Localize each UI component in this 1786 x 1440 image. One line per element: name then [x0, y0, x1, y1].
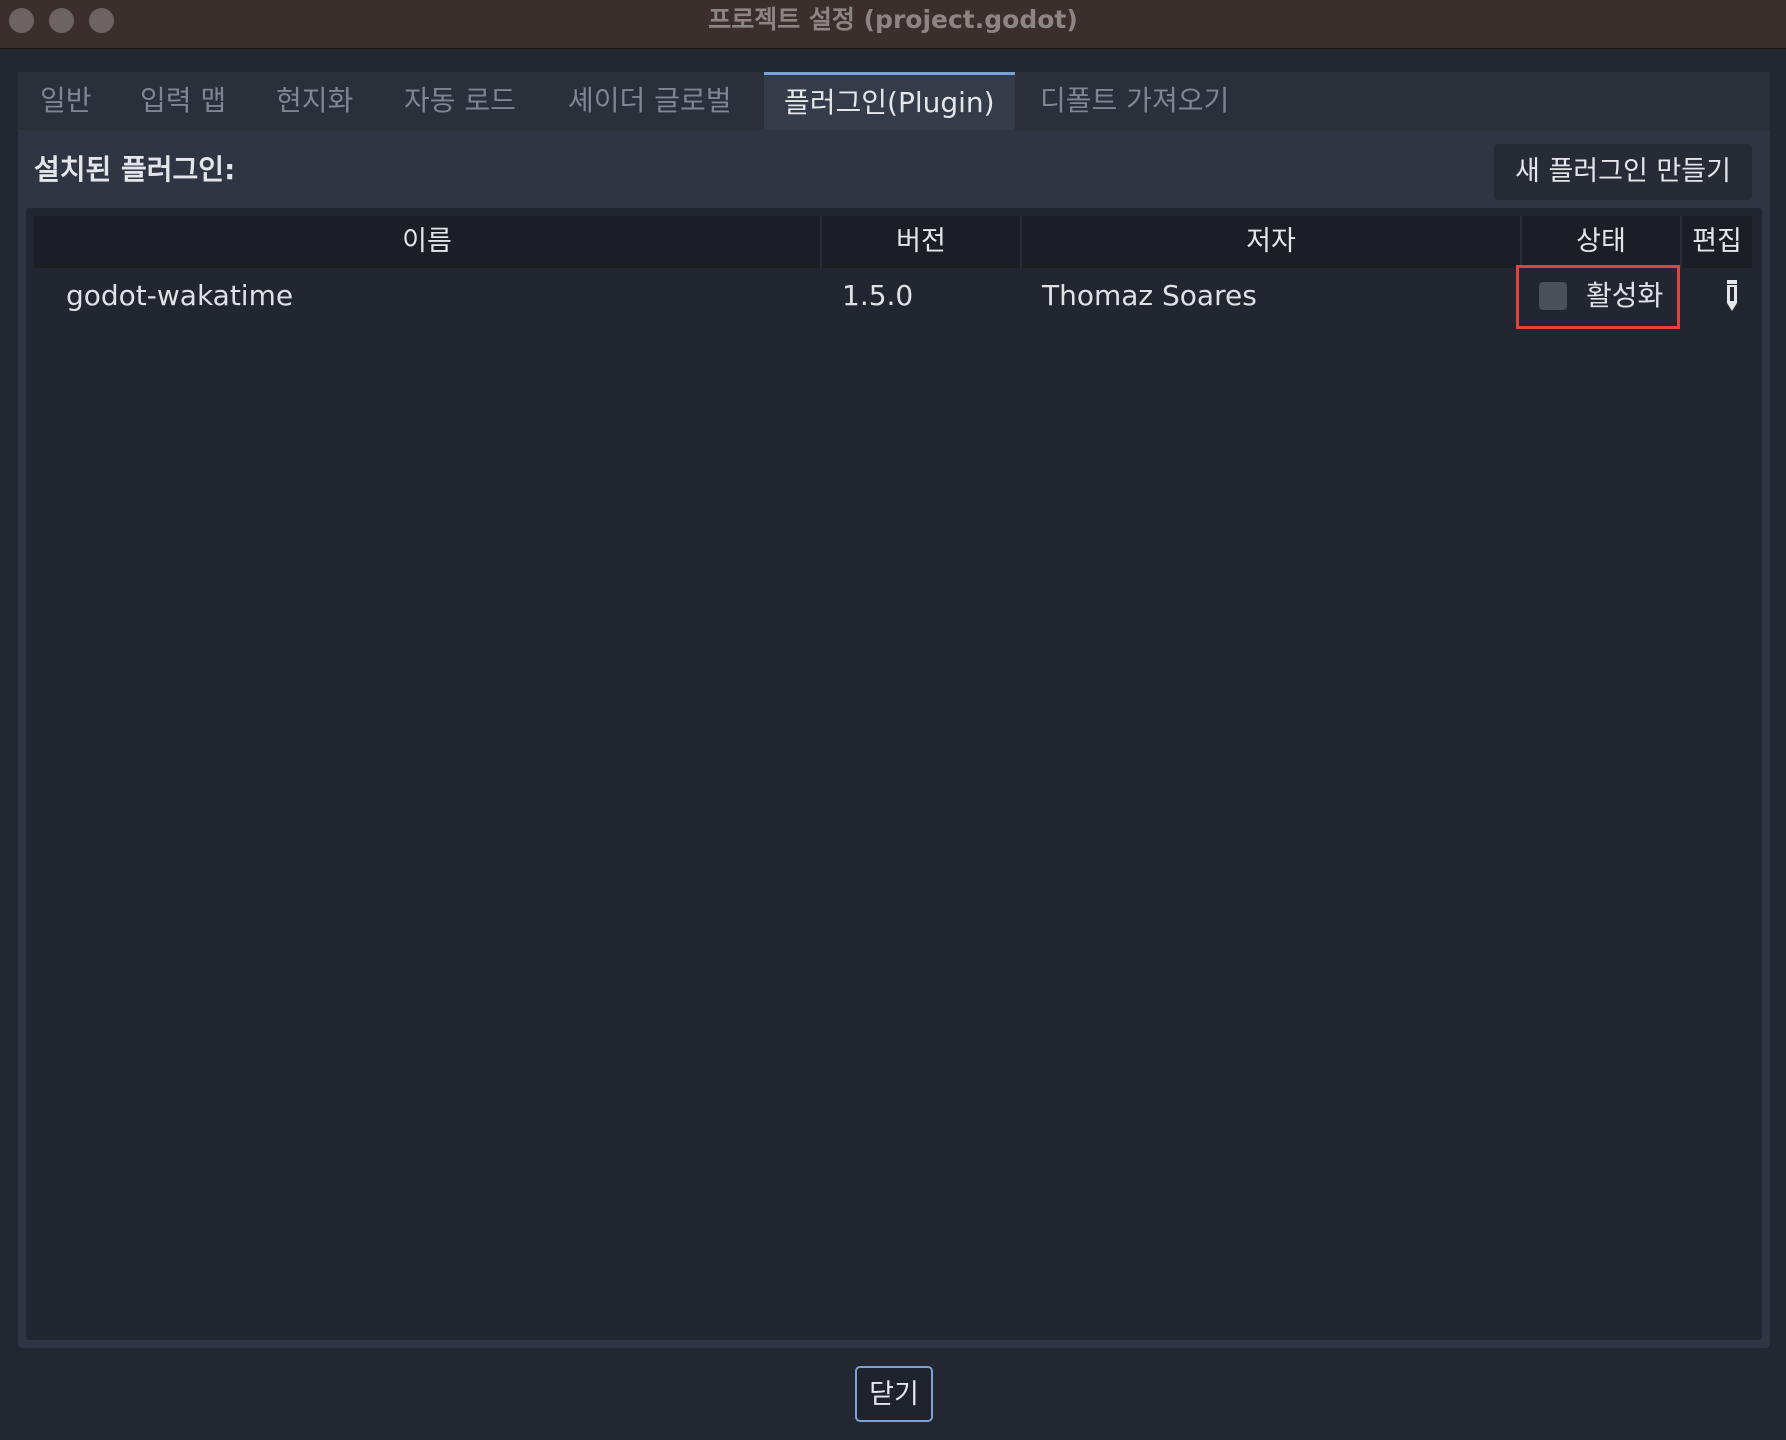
tab-plugins[interactable]: 플러그인(Plugin): [764, 72, 1015, 130]
status-label: 활성화: [1586, 279, 1664, 312]
tab-import-defaults[interactable]: 디폴트 가져오기: [1036, 72, 1233, 130]
window-title: 프로젝트 설정 (project.godot): [708, 5, 1078, 34]
settings-panel: 일반 입력 맵 현지화 자동 로드 셰이더 글로벌 플러그인(Plugin) 디…: [18, 72, 1770, 1348]
column-header-name[interactable]: 이름: [34, 216, 822, 268]
plugins-table: 이름 버전 저자 상태 편집 godot-wakatime 1.5.0 Thom…: [26, 208, 1762, 1340]
column-header-author[interactable]: 저자: [1022, 216, 1522, 268]
tab-general[interactable]: 일반: [36, 72, 96, 130]
tab-localization[interactable]: 현지화: [272, 72, 357, 130]
table-header: 이름 버전 저자 상태 편집: [34, 216, 1752, 268]
project-settings-window: 프로젝트 설정 (project.godot) 일반 입력 맵 현지화 자동 로…: [0, 0, 1786, 1440]
installed-plugins-label: 설치된 플러그인:: [34, 153, 236, 186]
column-header-edit[interactable]: 편집: [1682, 216, 1752, 268]
close-button[interactable]: 닫기: [855, 1366, 933, 1422]
plugin-name: godot-wakatime: [66, 279, 294, 312]
title-bar: 프로젝트 설정 (project.godot): [0, 0, 1786, 49]
tab-shader-globals[interactable]: 셰이더 글로벌: [564, 72, 735, 130]
column-header-version[interactable]: 버전: [822, 216, 1022, 268]
tab-autoload[interactable]: 자동 로드: [400, 72, 520, 130]
table-row[interactable]: godot-wakatime 1.5.0 Thomaz Soares 활성화: [34, 265, 1752, 329]
column-header-status[interactable]: 상태: [1522, 216, 1682, 268]
tab-input-map[interactable]: 입력 맵: [136, 72, 230, 130]
create-plugin-button[interactable]: 새 플러그인 만들기: [1494, 144, 1752, 200]
tab-bar: 일반 입력 맵 현지화 자동 로드 셰이더 글로벌 플러그인(Plugin) 디…: [18, 72, 1770, 130]
enable-plugin-checkbox[interactable]: [1539, 282, 1567, 310]
plugin-version: 1.5.0: [842, 279, 914, 312]
plugin-author: Thomaz Soares: [1042, 279, 1257, 312]
pencil-icon[interactable]: [1724, 280, 1740, 312]
